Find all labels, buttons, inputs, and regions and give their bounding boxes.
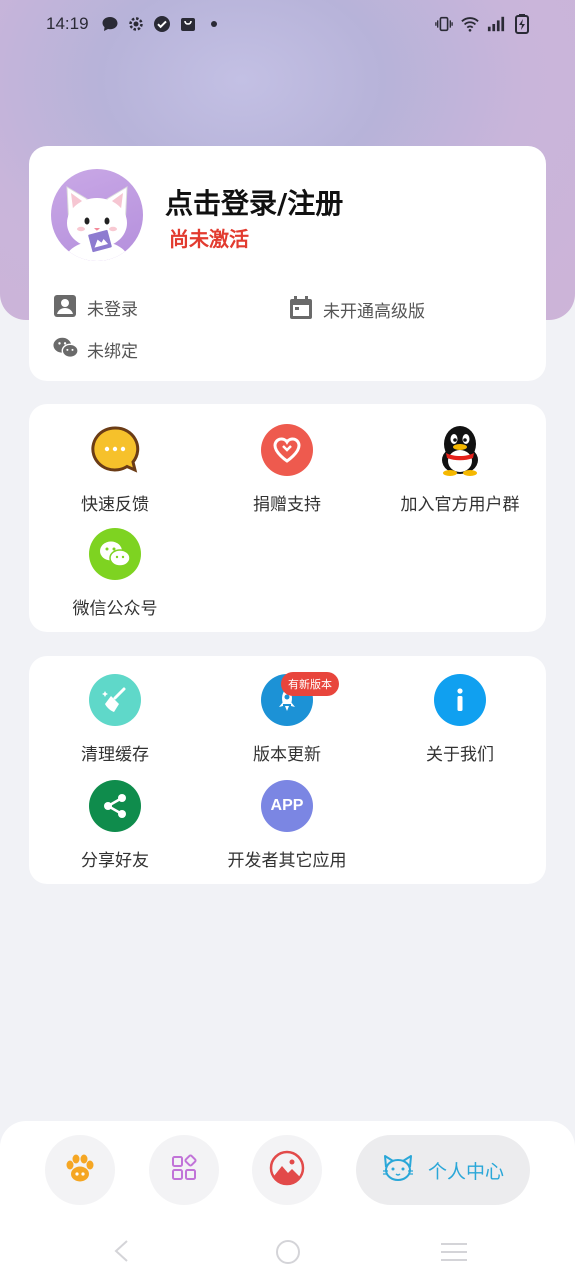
share-button[interactable]: 分享好友 bbox=[29, 780, 201, 871]
cat-icon bbox=[382, 1153, 414, 1187]
image-icon bbox=[269, 1150, 305, 1190]
shopping-bag-icon bbox=[179, 15, 197, 33]
wechat-icon bbox=[53, 336, 79, 362]
user-icon bbox=[53, 294, 79, 320]
calendar-icon bbox=[289, 296, 315, 322]
other-apps-label: 开发者其它应用 bbox=[227, 851, 347, 871]
avatar[interactable] bbox=[51, 169, 143, 261]
premium-status-row: 未开通高级版 bbox=[289, 296, 425, 322]
dot-icon bbox=[205, 15, 223, 33]
clear-cache-label: 清理缓存 bbox=[81, 745, 149, 765]
nav-home-button[interactable] bbox=[45, 1135, 115, 1205]
tools-card: 清理缓存 有新版本 版本更新 关于我们 分享好友 APP 开发者其它应用 bbox=[29, 656, 546, 884]
wechat-status-row: 未绑定 bbox=[53, 336, 138, 362]
menu-icon[interactable] bbox=[440, 1241, 468, 1267]
wifi-icon bbox=[461, 15, 479, 33]
back-icon[interactable] bbox=[112, 1239, 132, 1267]
nav-gallery-button[interactable] bbox=[252, 1135, 322, 1205]
verified-icon bbox=[153, 15, 171, 33]
support-card: 快速反馈 捐赠支持 加入官方用户群 微信公众号 bbox=[29, 404, 546, 632]
heart-icon bbox=[261, 424, 313, 476]
clear-cache-button[interactable]: 清理缓存 bbox=[29, 674, 201, 765]
premium-status-text: 未开通高级版 bbox=[323, 301, 425, 322]
grid-icon bbox=[170, 1154, 198, 1186]
activation-status: 尚未激活 bbox=[169, 227, 249, 251]
home-circle-icon[interactable] bbox=[275, 1239, 301, 1269]
cat-avatar-icon bbox=[65, 186, 129, 261]
share-icon bbox=[89, 780, 141, 832]
app-icon: APP bbox=[261, 780, 313, 832]
donate-button[interactable]: 捐赠支持 bbox=[201, 424, 373, 515]
join-group-label: 加入官方用户群 bbox=[400, 495, 520, 515]
rocket-icon: 有新版本 bbox=[261, 672, 339, 726]
login-register-link[interactable]: 点击登录/注册 bbox=[165, 182, 343, 222]
version-update-label: 版本更新 bbox=[253, 745, 321, 765]
signal-icon bbox=[487, 15, 505, 33]
wechat-official-button[interactable]: 微信公众号 bbox=[29, 528, 201, 619]
qq-penguin-icon bbox=[434, 424, 486, 476]
status-bar: 14:19 bbox=[0, 0, 575, 48]
about-us-button[interactable]: 关于我们 bbox=[374, 674, 546, 765]
feedback-label: 快速反馈 bbox=[81, 495, 149, 515]
wechat-official-label: 微信公众号 bbox=[72, 599, 158, 619]
other-apps-button[interactable]: APP 开发者其它应用 bbox=[201, 780, 373, 871]
nav-categories-button[interactable] bbox=[149, 1135, 219, 1205]
profile-card[interactable]: 点击登录/注册 尚未激活 未登录 未开通高级版 未绑定 bbox=[29, 146, 546, 381]
about-us-label: 关于我们 bbox=[426, 745, 494, 765]
wechat-status-text: 未绑定 bbox=[87, 341, 138, 362]
battery-charging-icon bbox=[513, 14, 531, 34]
login-status-text: 未登录 bbox=[87, 299, 138, 320]
donate-label: 捐赠支持 bbox=[253, 495, 321, 515]
share-label: 分享好友 bbox=[81, 851, 149, 871]
join-group-button[interactable]: 加入官方用户群 bbox=[374, 424, 546, 515]
status-time: 14:19 bbox=[46, 14, 89, 33]
feedback-button[interactable]: 快速反馈 bbox=[29, 424, 201, 515]
info-icon bbox=[434, 674, 486, 726]
broom-icon bbox=[89, 674, 141, 726]
settings-icon bbox=[127, 15, 145, 33]
wechat-icon bbox=[89, 528, 141, 580]
nav-profile-label: 个人中心 bbox=[427, 1160, 504, 1183]
new-version-badge: 有新版本 bbox=[281, 672, 339, 696]
chat-bubble-icon bbox=[89, 424, 141, 476]
paw-icon bbox=[63, 1152, 97, 1188]
login-status-row: 未登录 bbox=[53, 294, 138, 320]
nav-profile-button[interactable]: 个人中心 bbox=[356, 1135, 530, 1205]
version-update-button[interactable]: 有新版本 版本更新 bbox=[201, 672, 373, 765]
message-icon bbox=[101, 15, 119, 33]
app-icon-text: APP bbox=[270, 797, 304, 814]
system-navigation-bar bbox=[0, 1233, 575, 1269]
vibrate-icon bbox=[435, 15, 453, 33]
